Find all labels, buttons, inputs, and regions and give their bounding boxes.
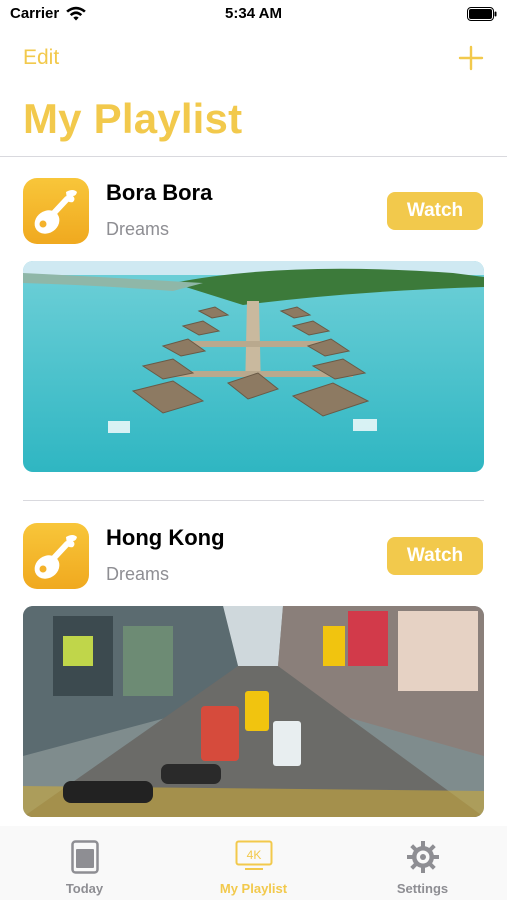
gear-icon — [406, 841, 439, 873]
tab-label: My Playlist — [219, 881, 288, 896]
status-time: 5:34 AM — [225, 5, 282, 22]
page-title: My Playlist — [23, 95, 243, 142]
playlist-item-title: Bora Bora — [106, 180, 213, 205]
playlist-item-title: Hong Kong — [106, 525, 225, 550]
watch-button[interactable]: Watch — [387, 192, 483, 230]
city-street-image[interactable] — [23, 606, 484, 817]
4k-icon: 4K — [235, 840, 272, 870]
playlist-item-subtitle: Dreams — [106, 219, 170, 239]
edit-button[interactable]: Edit — [23, 46, 59, 70]
status-bar: Carrier 5:34 AM — [0, 0, 507, 34]
plus-icon[interactable] — [457, 44, 485, 72]
tab-label: Settings — [396, 881, 449, 896]
app-icon[interactable] — [23, 523, 89, 589]
playlist-item-subtitle: Dreams — [106, 564, 170, 584]
tab-today[interactable]: Today — [0, 826, 169, 900]
guitar-icon — [34, 190, 77, 234]
watch-button[interactable]: Watch — [387, 537, 483, 575]
tab-label: Today — [65, 881, 104, 896]
battery-icon — [467, 7, 497, 21]
tab-my-playlist[interactable]: 4K My Playlist — [169, 826, 338, 900]
overwater-bungalows-image[interactable] — [23, 261, 484, 472]
today-icon — [70, 840, 99, 874]
navigation-bar: Edit — [0, 38, 507, 78]
tab-bar: Today 4K My Playlist Settings — [0, 826, 507, 900]
tab-badge: 4K — [246, 848, 261, 862]
tab-settings[interactable]: Settings — [338, 826, 507, 900]
bora-bora-illustration — [23, 261, 484, 472]
app-icon[interactable] — [23, 178, 89, 244]
guitar-icon — [34, 535, 77, 579]
card-divider — [23, 500, 484, 501]
header-divider — [0, 156, 507, 157]
hong-kong-illustration — [23, 606, 484, 817]
